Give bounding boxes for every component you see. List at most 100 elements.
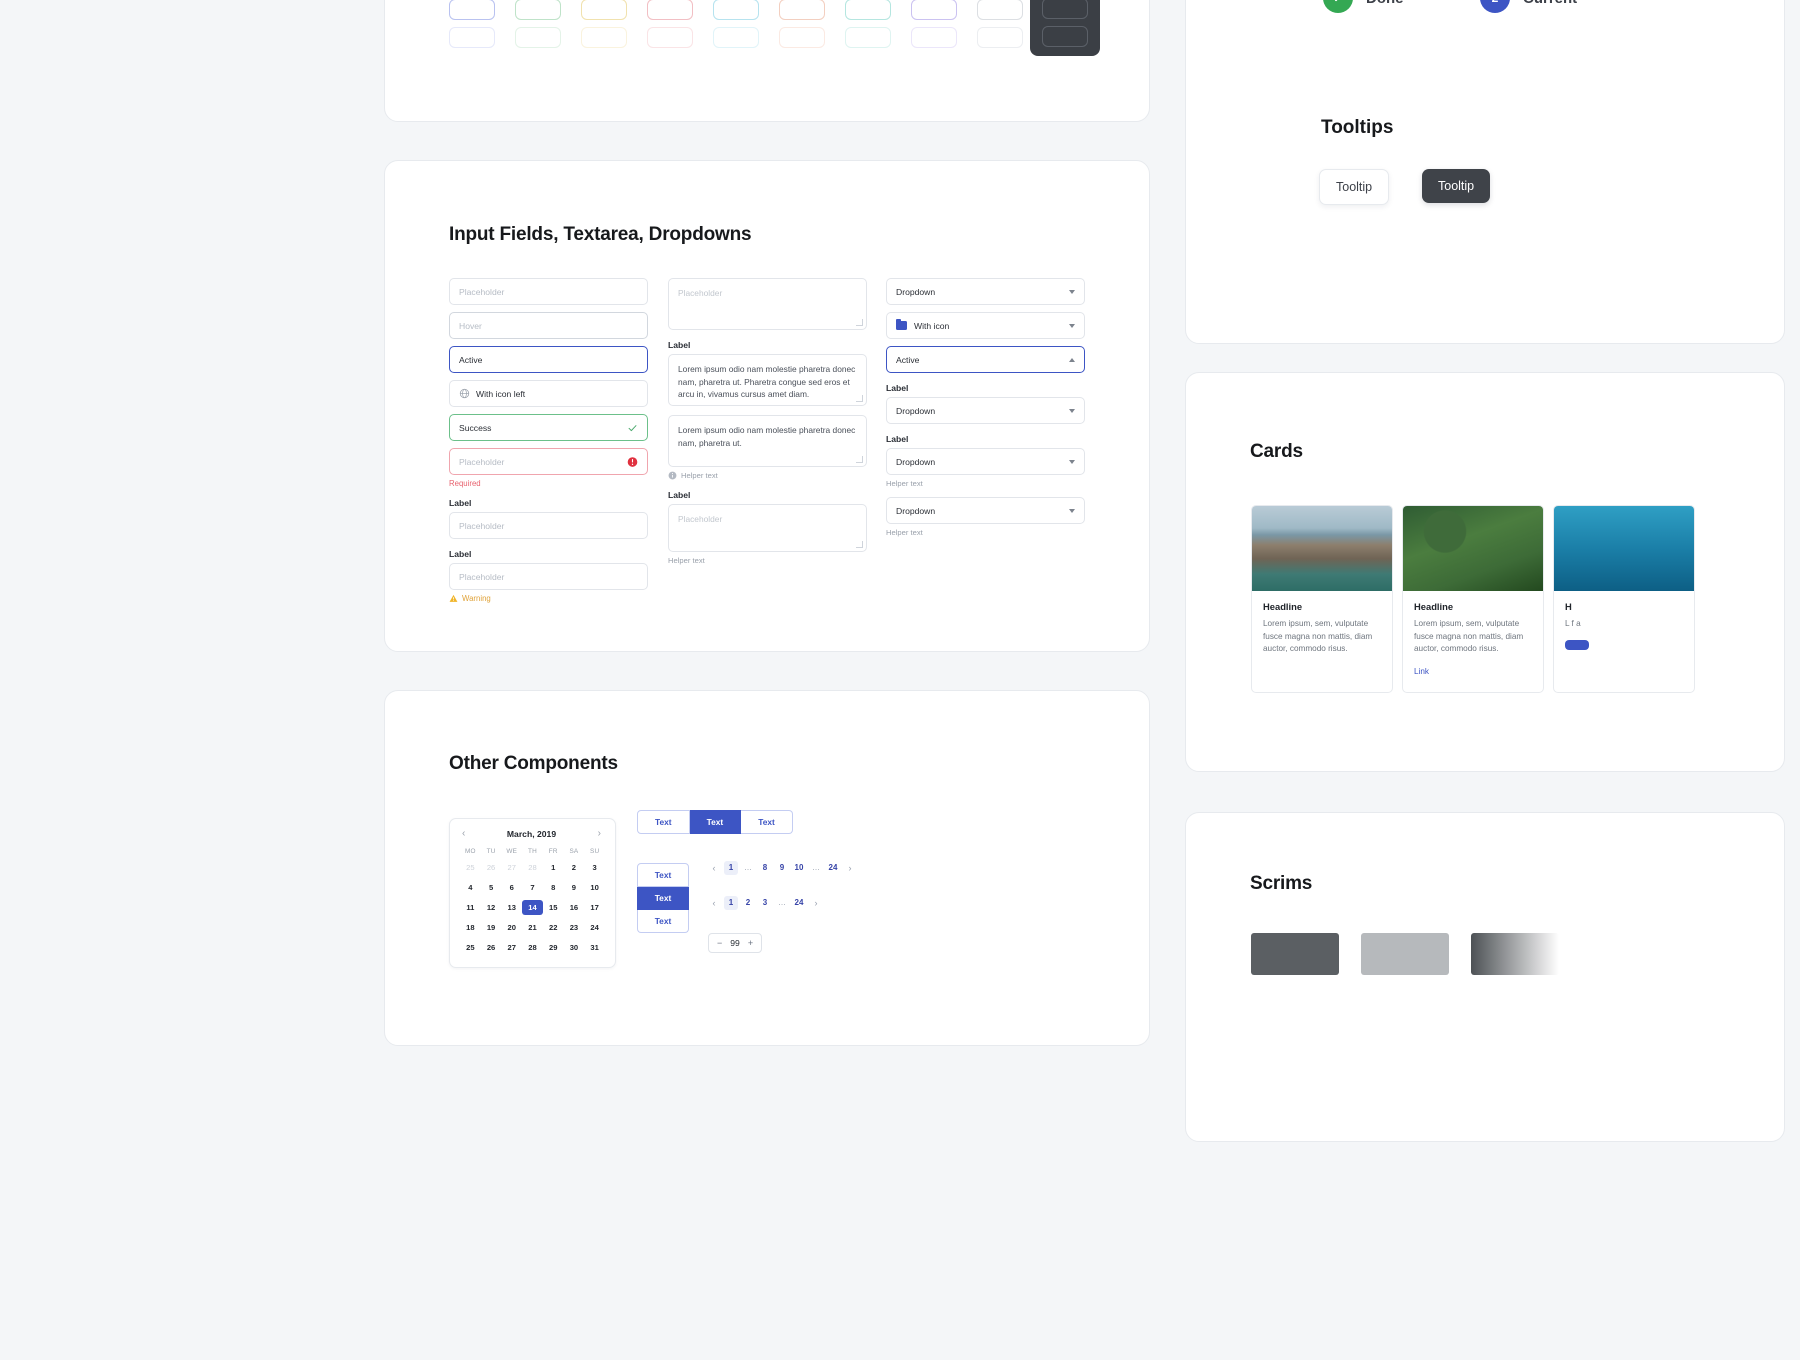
calendar-day[interactable]: 6: [501, 880, 522, 895]
calendar-prev-month-button[interactable]: ‹: [462, 829, 465, 839]
calendar-day[interactable]: 31: [584, 940, 605, 955]
date-picker-calendar[interactable]: ‹ March, 2019 › MO TU WE TH FR SA SU 25 …: [449, 818, 616, 968]
card-2-link[interactable]: Link: [1414, 667, 1429, 676]
calendar-day[interactable]: 18: [460, 920, 481, 935]
calendar-day[interactable]: 7: [522, 880, 543, 895]
swatch-grey-3[interactable]: [977, 27, 1023, 48]
pagination-page[interactable]: 9: [775, 861, 789, 875]
textarea-placeholder[interactable]: Placeholder: [668, 278, 867, 330]
step-done[interactable]: ✓ Done: [1323, 0, 1404, 13]
calendar-day[interactable]: 2: [564, 860, 585, 875]
calendar-day[interactable]: 12: [481, 900, 502, 915]
calendar-day[interactable]: 21: [522, 920, 543, 935]
calendar-day[interactable]: 4: [460, 880, 481, 895]
pagination-next-button[interactable]: ›: [843, 861, 857, 875]
calendar-day[interactable]: 5: [481, 880, 502, 895]
calendar-day[interactable]: 27: [501, 940, 522, 955]
swatch-violet-2[interactable]: [911, 0, 957, 20]
calendar-day[interactable]: 11: [460, 900, 481, 915]
input-placeholder-default[interactable]: Placeholder: [449, 278, 648, 305]
swatch-violet-3[interactable]: [911, 27, 957, 48]
calendar-day[interactable]: 9: [564, 880, 585, 895]
calendar-day[interactable]: 1: [543, 860, 564, 875]
textarea-empty-labeled[interactable]: Placeholder: [668, 504, 867, 552]
calendar-next-month-button[interactable]: ›: [598, 829, 601, 839]
swatch-indigo-2[interactable]: [449, 0, 495, 20]
pagination-page-last[interactable]: 24: [826, 861, 840, 875]
pagination-page[interactable]: 2: [741, 896, 755, 910]
swatch-orange-3[interactable]: [779, 27, 825, 48]
calendar-day[interactable]: 25: [460, 860, 481, 875]
card-3[interactable]: H L f a: [1553, 505, 1695, 694]
pagination-page-current[interactable]: 1: [724, 861, 738, 875]
input-labeled-2[interactable]: Placeholder: [449, 563, 648, 590]
swatch-yellow-2[interactable]: [581, 0, 627, 20]
swatch-indigo-3[interactable]: [449, 27, 495, 48]
stepper-decrement-button[interactable]: −: [717, 938, 722, 948]
stepper-value[interactable]: 99: [730, 938, 740, 948]
calendar-day[interactable]: 26: [481, 860, 502, 875]
input-with-left-icon[interactable]: With icon left: [449, 380, 648, 407]
swatch-yellow-3[interactable]: [581, 27, 627, 48]
dropdown-active[interactable]: Active: [886, 346, 1085, 373]
card-1[interactable]: Headline Lorem ipsum, sem, vulputate fus…: [1251, 505, 1393, 694]
calendar-day[interactable]: 15: [543, 900, 564, 915]
calendar-day[interactable]: 25: [460, 940, 481, 955]
step-current[interactable]: 2 Current: [1480, 0, 1577, 13]
calendar-day[interactable]: 23: [564, 920, 585, 935]
swatch-teal-2[interactable]: [845, 0, 891, 20]
calendar-day[interactable]: 8: [543, 880, 564, 895]
pagination-page-current[interactable]: 1: [724, 896, 738, 910]
input-success-state[interactable]: Success: [449, 414, 648, 441]
calendar-day[interactable]: 20: [501, 920, 522, 935]
dropdown-with-icon[interactable]: With icon: [886, 312, 1085, 339]
textarea-filled-long[interactable]: Lorem ipsum odio nam molestie pharetra d…: [668, 354, 867, 406]
card-3-button[interactable]: [1565, 639, 1589, 650]
dropdown-default[interactable]: Dropdown: [886, 278, 1085, 305]
swatch-red-3[interactable]: [647, 27, 693, 48]
segment-2-active[interactable]: Text: [689, 810, 742, 834]
calendar-day[interactable]: 10: [584, 880, 605, 895]
input-hover-state[interactable]: Hover: [449, 312, 648, 339]
segment-1[interactable]: Text: [637, 810, 690, 834]
swatch-dark-3[interactable]: [1042, 26, 1088, 47]
pagination-page[interactable]: 8: [758, 861, 772, 875]
calendar-day[interactable]: 29: [543, 940, 564, 955]
swatch-red-2[interactable]: [647, 0, 693, 20]
calendar-day[interactable]: 17: [584, 900, 605, 915]
pagination-page[interactable]: 3: [758, 896, 772, 910]
stepper-increment-button[interactable]: +: [748, 938, 753, 948]
input-active-state[interactable]: Active: [449, 346, 648, 373]
calendar-day[interactable]: 28: [522, 940, 543, 955]
calendar-day[interactable]: 30: [564, 940, 585, 955]
input-labeled-1[interactable]: Placeholder: [449, 512, 648, 539]
segment-v-3[interactable]: Text: [637, 910, 689, 933]
dropdown-labeled-2[interactable]: Dropdown: [886, 448, 1085, 475]
calendar-day[interactable]: 22: [543, 920, 564, 935]
calendar-day[interactable]: 13: [501, 900, 522, 915]
pagination-next-button[interactable]: ›: [809, 896, 823, 910]
segment-v-2-active[interactable]: Text: [637, 887, 689, 910]
pagination-page-last[interactable]: 24: [792, 896, 806, 910]
dropdown-labeled-3[interactable]: Dropdown: [886, 497, 1085, 524]
calendar-day[interactable]: 3: [584, 860, 605, 875]
swatch-grey-2[interactable]: [977, 0, 1023, 20]
swatch-teal-3[interactable]: [845, 27, 891, 48]
swatch-green-3[interactable]: [515, 27, 561, 48]
pagination-prev-button[interactable]: ‹: [707, 861, 721, 875]
segment-3[interactable]: Text: [741, 810, 793, 834]
swatch-cyan-2[interactable]: [713, 0, 759, 20]
calendar-day[interactable]: 27: [501, 860, 522, 875]
swatch-cyan-3[interactable]: [713, 27, 759, 48]
input-error-state[interactable]: Placeholder: [449, 448, 648, 475]
calendar-day[interactable]: 16: [564, 900, 585, 915]
pagination-page[interactable]: 10: [792, 861, 806, 875]
calendar-day[interactable]: 28: [522, 860, 543, 875]
swatch-green-2[interactable]: [515, 0, 561, 20]
textarea-filled-short[interactable]: Lorem ipsum odio nam molestie pharetra d…: [668, 415, 867, 467]
swatch-dark-2[interactable]: [1042, 0, 1088, 19]
dropdown-labeled-1[interactable]: Dropdown: [886, 397, 1085, 424]
calendar-day-selected[interactable]: 14: [522, 900, 543, 915]
calendar-day[interactable]: 19: [481, 920, 502, 935]
pagination-prev-button[interactable]: ‹: [707, 896, 721, 910]
